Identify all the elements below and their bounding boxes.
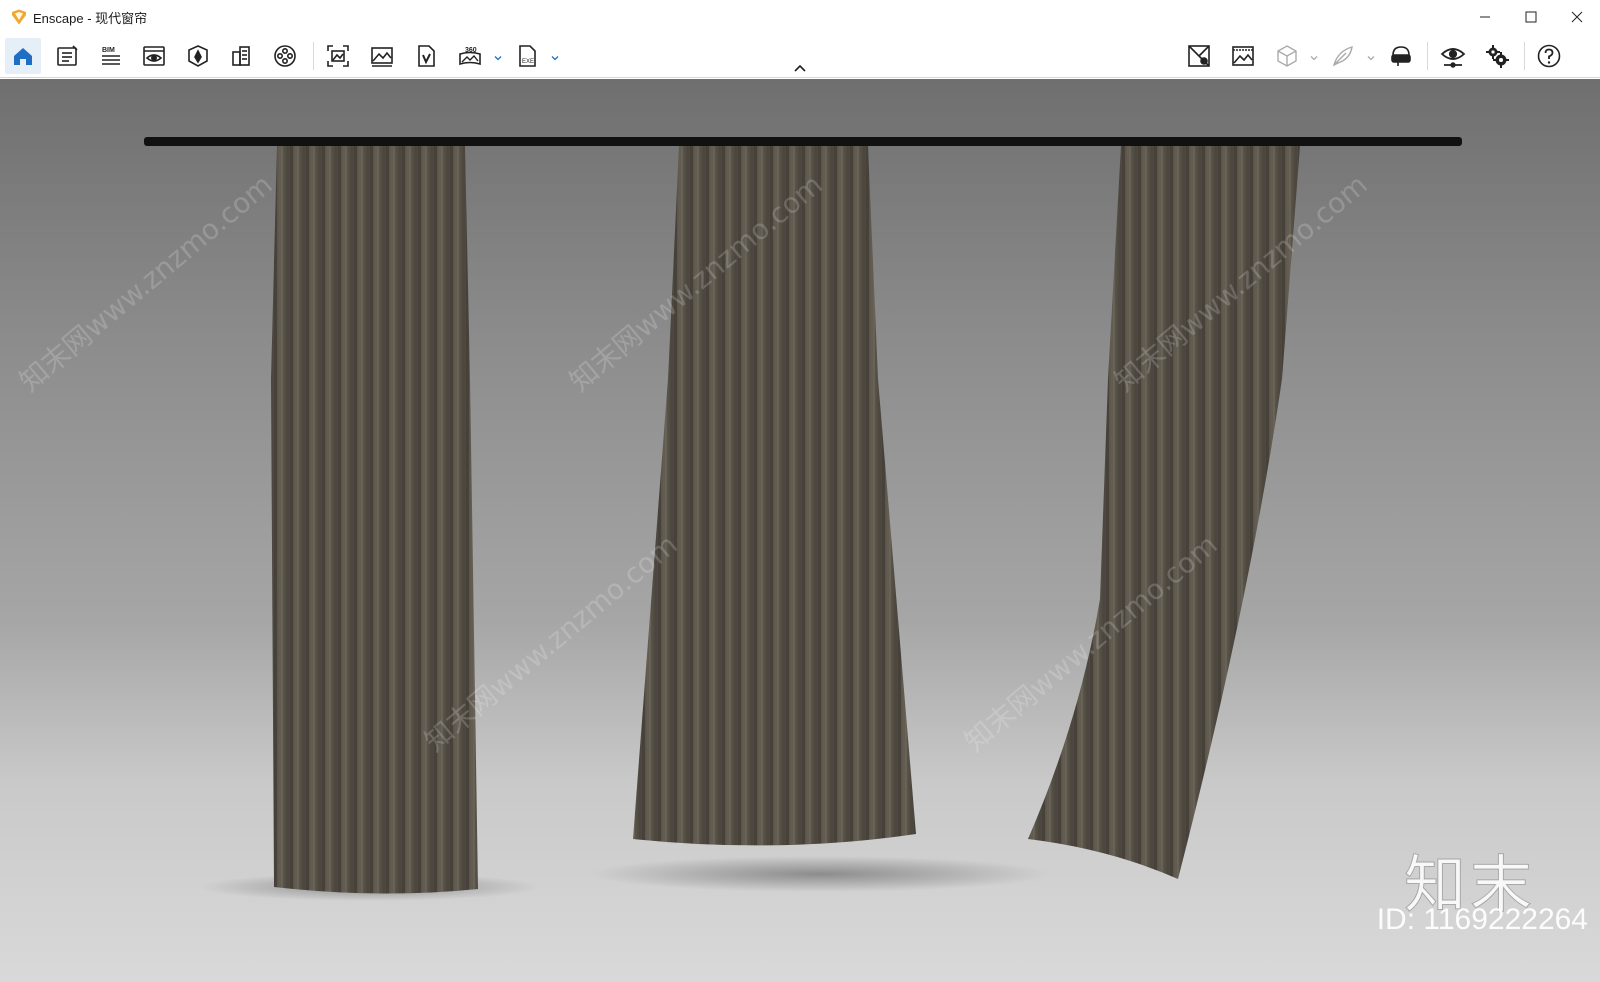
exe-export-button[interactable]: EXE xyxy=(509,38,545,74)
home-icon xyxy=(14,48,32,65)
cube-icon xyxy=(1277,45,1297,67)
vr-headset-button[interactable] xyxy=(1383,38,1419,74)
toolbar-separator xyxy=(1427,42,1428,70)
capture-location-button[interactable] xyxy=(1181,38,1217,74)
views-manager-icon xyxy=(57,45,78,66)
curtain-left xyxy=(271,146,478,894)
screenshot-button[interactable] xyxy=(320,38,356,74)
visual-settings-button[interactable] xyxy=(136,38,172,74)
asset-library-icon xyxy=(188,45,208,67)
toolbar-separator xyxy=(313,42,314,70)
feather-icon xyxy=(1332,46,1353,67)
image-id-watermark: ID: 1169222264 xyxy=(1376,903,1588,936)
screenshot-icon xyxy=(327,45,349,67)
exe-label: EXE xyxy=(522,59,534,65)
chevron-down-icon xyxy=(494,56,502,61)
standalone-export-button[interactable] xyxy=(408,38,444,74)
maximize-icon xyxy=(1525,11,1537,23)
minimize-button[interactable] xyxy=(1462,0,1508,34)
maximize-button[interactable] xyxy=(1508,0,1554,34)
building-icon xyxy=(232,46,250,66)
eye-settings-button[interactable] xyxy=(1435,38,1471,74)
close-icon xyxy=(1571,11,1583,23)
collapse-toolbar-icon[interactable] xyxy=(793,64,807,74)
video-reel-icon xyxy=(274,45,296,67)
views-manager-button[interactable] xyxy=(49,38,85,74)
panorama-360-icon: 360 xyxy=(459,47,481,66)
title-bar: Enscape - 现代窗帘 xyxy=(0,0,1600,34)
gallery-icon xyxy=(1232,46,1254,66)
floor-shadow xyxy=(590,856,1050,892)
settings-button[interactable] xyxy=(1479,38,1515,74)
close-button[interactable] xyxy=(1554,0,1600,34)
help-button[interactable] xyxy=(1531,38,1567,74)
window-controls xyxy=(1462,0,1600,34)
panorama-dropdown-caret[interactable] xyxy=(493,50,503,61)
enscape-logo-icon xyxy=(12,9,26,25)
gears-icon xyxy=(1486,45,1509,68)
curtain-middle xyxy=(633,146,916,846)
batch-render-icon xyxy=(371,47,393,67)
bim-icon: BIM xyxy=(102,47,120,65)
toolbar-separator xyxy=(1524,42,1525,70)
asset-library-button[interactable] xyxy=(180,38,216,74)
visual-settings-icon xyxy=(143,46,165,66)
batch-render-button[interactable] xyxy=(364,38,400,74)
building-button[interactable] xyxy=(223,38,259,74)
standalone-export-icon xyxy=(418,45,435,67)
curtain-rod xyxy=(144,137,1462,146)
render-viewport[interactable]: 知末网www.znzmo.com 知末网www.znzmo.com 知末网www… xyxy=(0,79,1600,982)
capture-location-icon xyxy=(1188,45,1210,67)
cube-button[interactable] xyxy=(1269,38,1305,74)
chevron-down-icon xyxy=(551,56,559,61)
panorama-360-button[interactable]: 360 xyxy=(452,38,488,74)
bim-button[interactable]: BIM xyxy=(93,38,129,74)
feather-button[interactable] xyxy=(1325,38,1361,74)
video-reel-button[interactable] xyxy=(267,38,303,74)
help-icon xyxy=(1537,44,1561,68)
vr-headset-icon xyxy=(1391,46,1411,66)
cube-dropdown-caret[interactable] xyxy=(1309,50,1319,61)
window-title: Enscape - 现代窗帘 xyxy=(33,10,148,26)
minimize-icon xyxy=(1480,16,1490,18)
gallery-button[interactable] xyxy=(1225,38,1261,74)
export-dropdown-caret[interactable] xyxy=(550,50,560,61)
feather-dropdown-caret[interactable] xyxy=(1366,50,1376,61)
chevron-down-icon xyxy=(1310,56,1318,61)
bim-label: BIM xyxy=(102,47,115,54)
eye-settings-icon xyxy=(1440,48,1466,68)
chevron-down-icon xyxy=(1367,56,1375,61)
home-button[interactable] xyxy=(5,38,41,74)
exe-export-icon: EXE xyxy=(519,45,536,67)
